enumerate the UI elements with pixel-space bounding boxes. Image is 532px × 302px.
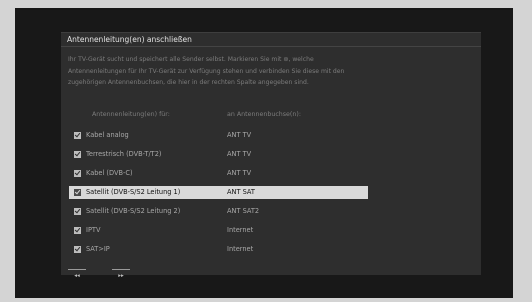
row-label: IPTV <box>86 226 101 234</box>
checkbox-icon[interactable] <box>74 246 81 253</box>
description-line: zugehörigen Antennenbuchsen, die hier in… <box>68 79 309 86</box>
row-label: Kabel (DVB-C) <box>86 169 133 177</box>
description-line: Ihr TV-Gerät sucht und speichert alle Se… <box>68 56 314 63</box>
column-header-sockets: an Antennenbuchse(n): <box>227 111 301 118</box>
row-socket: Internet <box>227 245 254 253</box>
description-line: Antennenleitungen für Ihr TV-Gerät zur V… <box>68 67 345 75</box>
row-socket: ANT SAT2 <box>227 207 260 215</box>
antenna-row-terrestrisch[interactable]: Terrestrisch (DVB-T/T2) ANT TV <box>69 148 368 161</box>
row-socket: Internet <box>227 226 254 234</box>
checkbox-icon[interactable] <box>74 132 81 139</box>
dialog-title: Antennenleitung(en) anschließen <box>61 33 481 47</box>
row-socket: ANT SAT <box>227 188 255 196</box>
row-label: Terrestrisch (DVB-T/T2) <box>86 150 162 158</box>
rewind-button[interactable]: ◂◂ <box>68 269 86 282</box>
dialog-description: Ihr TV-Gerät sucht und speichert alle Se… <box>68 54 472 89</box>
row-socket: ANT TV <box>227 131 252 139</box>
row-socket: ANT TV <box>227 169 252 177</box>
antenna-row-iptv[interactable]: IPTV Internet <box>69 224 368 237</box>
row-label: Kabel analog <box>86 131 129 139</box>
row-socket: ANT TV <box>227 150 252 158</box>
antenna-row-kabel-analog[interactable]: Kabel analog ANT TV <box>69 129 368 142</box>
checkbox-icon[interactable] <box>74 208 81 215</box>
fast-forward-button[interactable]: ▸▸ <box>112 269 130 282</box>
antenna-row-satip[interactable]: SAT>IP Internet <box>69 243 368 256</box>
row-label: Satellit (DVB-S/S2 Leitung 1) <box>86 188 181 196</box>
checkbox-icon[interactable] <box>74 189 81 196</box>
checkbox-icon[interactable] <box>74 151 81 158</box>
dialog-panel: Antennenleitung(en) anschließen Ihr TV-G… <box>61 32 481 275</box>
checkbox-icon[interactable] <box>74 170 81 177</box>
antenna-row-satellit-2[interactable]: Satellit (DVB-S/S2 Leitung 2) ANT SAT2 <box>69 205 368 218</box>
row-label: SAT>IP <box>86 245 110 253</box>
antenna-row-kabel-dvbc[interactable]: Kabel (DVB-C) ANT TV <box>69 167 368 180</box>
column-header-lines: Antennenleitung(en) für: <box>92 111 170 118</box>
antenna-row-satellit-1[interactable]: Satellit (DVB-S/S2 Leitung 1) ANT SAT <box>69 186 368 199</box>
row-label: Satellit (DVB-S/S2 Leitung 2) <box>86 207 181 215</box>
checkbox-icon[interactable] <box>74 227 81 234</box>
